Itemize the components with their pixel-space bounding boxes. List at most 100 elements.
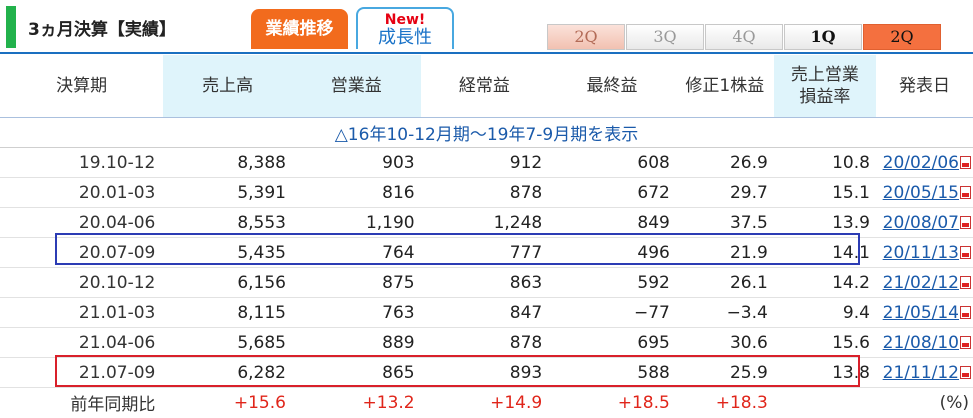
cell-eps: 21.9 <box>675 237 774 268</box>
table-header-row: 決算期 売上高 営業益 経常益 最終益 修正1株益 売上営業 損益率 発表日 <box>0 55 973 118</box>
tab-growth-label: 成長性 <box>378 27 432 48</box>
col-ordinary-profit: 経常益 <box>458 76 510 96</box>
tab-performance[interactable]: 業績推移 <box>251 9 348 49</box>
pdf-icon[interactable] <box>960 305 971 319</box>
cell-operating-profit: 816 <box>291 177 421 208</box>
quarter-button-2q-prev[interactable]: 2Q <box>547 24 625 50</box>
cell-sales: 8,553 <box>163 207 292 238</box>
table-row: 20.10-12 6,156 875 863 592 26.1 14.2 21/02/12 <box>0 267 973 298</box>
cell-net-profit: 672 <box>548 177 676 208</box>
quarter-button-1q[interactable]: 1Q <box>784 24 862 50</box>
yoy-net-profit: +18.5 <box>617 392 670 413</box>
table-row: 21.07-09 6,282 865 893 588 25.9 13.8 21/11/12 <box>0 357 973 388</box>
cell-operating-profit: 903 <box>291 147 421 178</box>
yoy-operating-profit: +13.2 <box>362 392 415 413</box>
quarter-button-4q[interactable]: 4Q <box>705 24 783 50</box>
cell-margin: 13.8 <box>773 357 876 388</box>
col-margin: 売上営業 損益率 <box>773 55 876 118</box>
cell-operating-profit: 865 <box>291 357 421 388</box>
cell-net-profit: −77 <box>548 297 676 328</box>
date-link[interactable]: 20/08/07 <box>883 213 959 233</box>
date-link[interactable]: 21/05/14 <box>883 303 959 323</box>
expand-banner-link[interactable]: △16年10-12月期～19年7-9月期を表示 <box>0 117 973 148</box>
tab-growth[interactable]: New! 成長性 <box>356 7 454 49</box>
cell-margin: 14.1 <box>773 237 876 268</box>
table-row: 20.04-06 8,553 1,190 1,248 849 37.5 13.9 20/08/… <box>0 207 973 238</box>
cell-sales: 5,685 <box>163 327 292 358</box>
results-table: 決算期 売上高 営業益 経常益 最終益 修正1株益 売上営業 損益率 発表日 △… <box>0 55 973 417</box>
cell-period: 20.07-09 <box>0 237 164 268</box>
cell-margin: 15.1 <box>773 177 876 208</box>
pdf-icon[interactable] <box>960 185 971 199</box>
quarter-button-3q[interactable]: 3Q <box>626 24 704 50</box>
table-row: 21.01-03 8,115 763 847 −77 −3.4 9.4 21/05/14 <box>0 297 973 328</box>
pdf-icon[interactable] <box>960 275 971 289</box>
new-badge: New! <box>384 12 426 28</box>
cell-ordinary-profit: 777 <box>420 237 549 268</box>
pdf-icon[interactable] <box>960 245 971 259</box>
table-row: 19.10-12 8,388 903 912 608 26.9 10.8 20/02/06 <box>0 147 973 178</box>
cell-date: 20/08/07 <box>875 207 973 238</box>
cell-period: 21.04-06 <box>0 327 164 358</box>
cell-ordinary-profit: 878 <box>420 177 549 208</box>
col-eps: 修正1株益 <box>685 76 765 96</box>
cell-eps: 26.9 <box>675 147 774 178</box>
pdf-icon[interactable] <box>960 365 971 379</box>
cell-date: 21/11/12 <box>875 357 973 388</box>
date-link[interactable]: 21/08/10 <box>883 333 959 353</box>
yoy-sales: +15.6 <box>233 392 286 413</box>
cell-operating-profit: 764 <box>291 237 421 268</box>
cell-date: 20/02/06 <box>875 147 973 178</box>
pdf-icon[interactable] <box>960 215 971 229</box>
cell-ordinary-profit: 893 <box>420 357 549 388</box>
col-operating-profit: 営業益 <box>291 55 421 118</box>
col-margin-line2: 損益率 <box>799 87 851 107</box>
pdf-icon[interactable] <box>960 155 971 169</box>
cell-margin: 13.9 <box>773 207 876 238</box>
col-sales: 売上高 <box>163 55 292 118</box>
cell-period: 21.07-09 <box>0 357 164 388</box>
date-link[interactable]: 20/02/06 <box>883 153 959 173</box>
cell-operating-profit: 889 <box>291 327 421 358</box>
cell-eps: −3.4 <box>675 297 774 328</box>
cell-period: 20.04-06 <box>0 207 164 238</box>
col-period: 決算期 <box>56 76 108 96</box>
cell-operating-profit: 1,190 <box>291 207 421 238</box>
table-row: 21.04-06 5,685 889 878 695 30.6 15.6 21/08/10 <box>0 327 973 358</box>
cell-sales: 8,388 <box>163 147 292 178</box>
cell-date: 21/08/10 <box>875 327 973 358</box>
date-link[interactable]: 20/11/13 <box>883 243 959 263</box>
date-link[interactable]: 20/05/15 <box>883 183 959 203</box>
cell-sales: 5,391 <box>163 177 292 208</box>
date-link[interactable]: 21/02/12 <box>883 273 959 293</box>
cell-date: 20/11/13 <box>875 237 973 268</box>
cell-eps: 26.1 <box>675 267 774 298</box>
cell-ordinary-profit: 878 <box>420 327 549 358</box>
yoy-ordinary-profit: +14.9 <box>490 392 543 413</box>
cell-net-profit: 849 <box>548 207 676 238</box>
table-row: 20.07-09 5,435 764 777 496 21.9 14.1 20/11/13 <box>0 237 973 268</box>
cell-operating-profit: 875 <box>291 267 421 298</box>
yoy-label: 前年同期比 <box>70 395 156 415</box>
cell-sales: 8,115 <box>163 297 292 328</box>
cell-net-profit: 592 <box>548 267 676 298</box>
cell-period: 19.10-12 <box>0 147 164 178</box>
cell-ordinary-profit: 847 <box>420 297 549 328</box>
cell-period: 20.01-03 <box>0 177 164 208</box>
cell-ordinary-profit: 863 <box>420 267 549 298</box>
cell-net-profit: 588 <box>548 357 676 388</box>
yoy-margin-empty <box>774 388 876 418</box>
cell-eps: 29.7 <box>675 177 774 208</box>
expand-banner-row: △16年10-12月期～19年7-9月期を表示 <box>0 117 973 148</box>
date-link[interactable]: 21/11/12 <box>883 363 959 383</box>
table-row: 20.01-03 5,391 816 878 672 29.7 15.1 20/05/15 <box>0 177 973 208</box>
col-date: 発表日 <box>898 76 950 96</box>
col-margin-line1: 売上営業 <box>790 65 859 85</box>
section-title: 3ヵ月決算【実績】 <box>28 20 176 40</box>
pdf-icon[interactable] <box>960 335 971 349</box>
quarter-button-2q-active[interactable]: 2Q <box>863 24 941 50</box>
cell-sales: 6,282 <box>163 357 292 388</box>
cell-net-profit: 695 <box>548 327 676 358</box>
cell-operating-profit: 763 <box>291 297 421 328</box>
cell-margin: 9.4 <box>773 297 876 328</box>
